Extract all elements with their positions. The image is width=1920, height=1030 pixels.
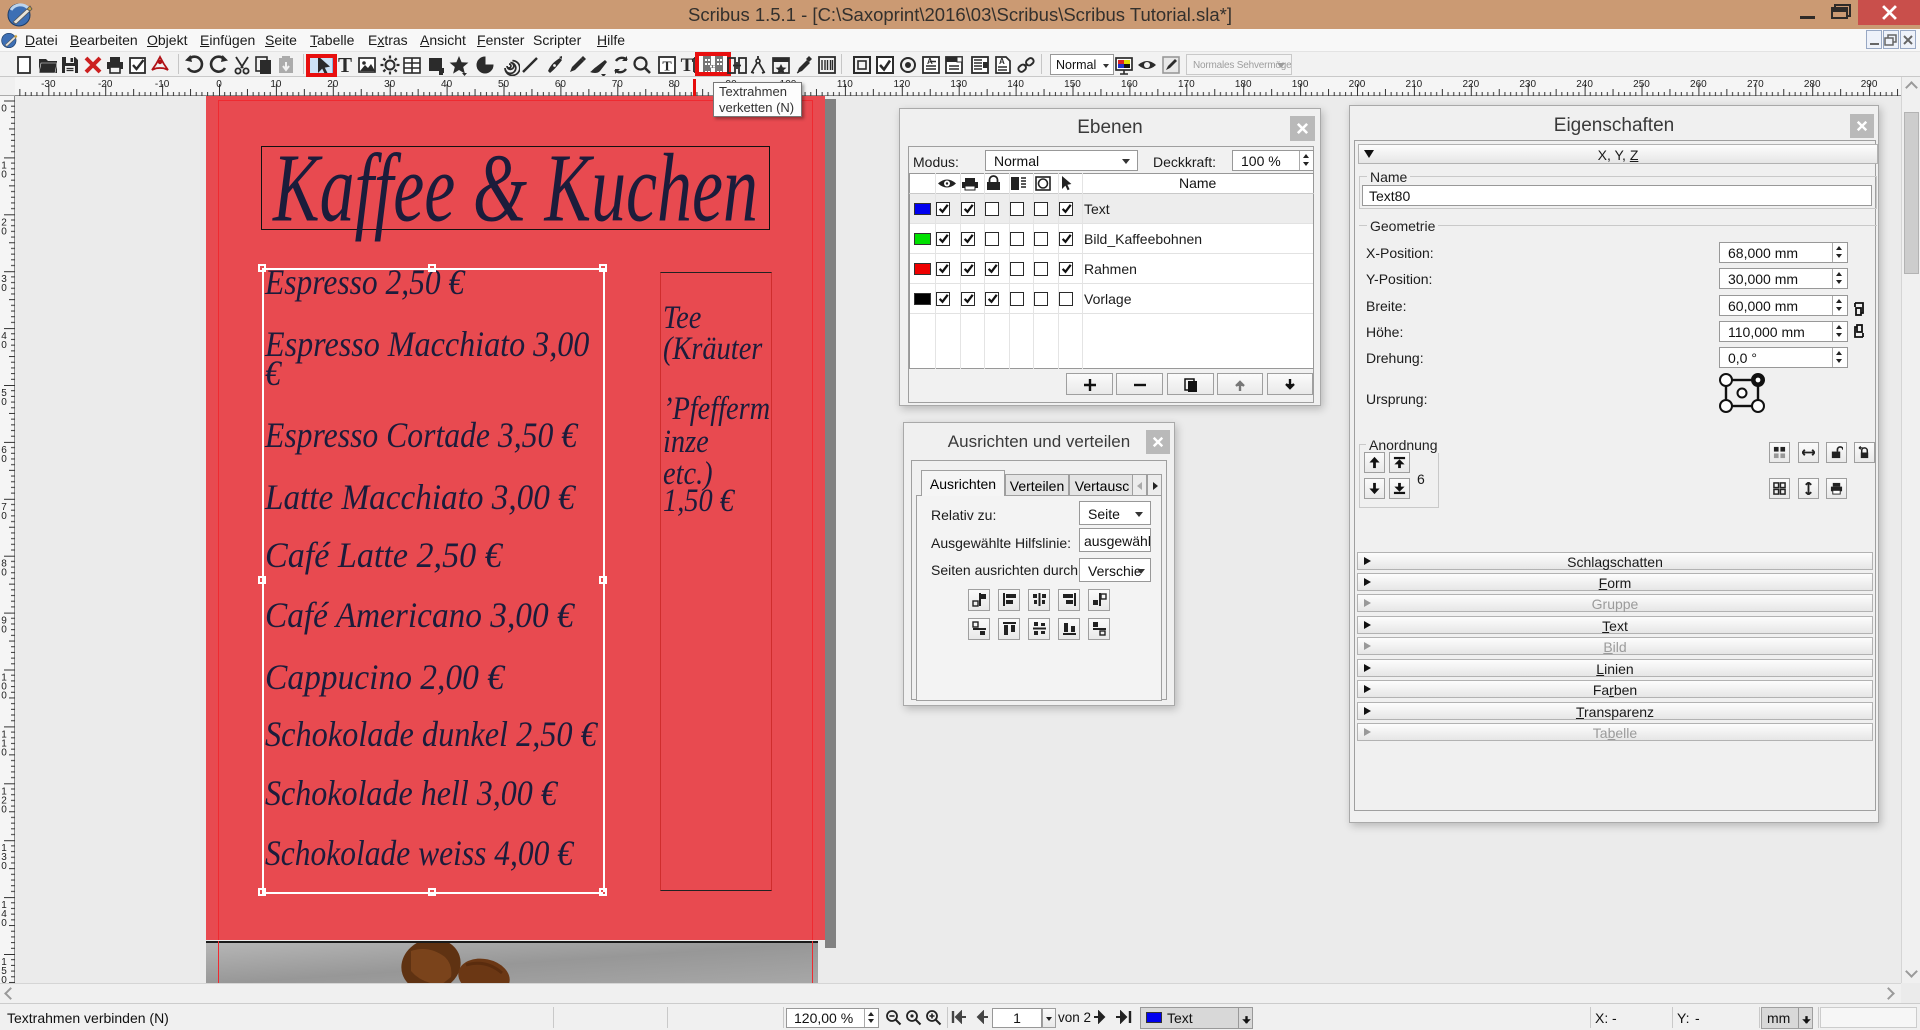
svg-text:80: 80 (669, 79, 681, 90)
svg-text:0: 0 (1, 804, 7, 815)
svg-text:190: 190 (1292, 79, 1309, 90)
svg-text:0: 0 (1, 454, 7, 465)
svg-text:-30: -30 (41, 79, 56, 90)
svg-text:10: 10 (270, 79, 282, 90)
svg-text:0: 0 (1, 568, 7, 579)
svg-text:0: 0 (1, 861, 7, 872)
svg-text:220: 220 (1462, 79, 1479, 90)
svg-text:0: 0 (1, 975, 7, 983)
svg-text:70: 70 (612, 79, 624, 90)
svg-text:160: 160 (1121, 79, 1138, 90)
svg-text:30: 30 (384, 79, 396, 90)
svg-text:0: 0 (1, 691, 7, 702)
svg-text:180: 180 (1235, 79, 1252, 90)
svg-text:130: 130 (950, 79, 967, 90)
svg-text:50: 50 (498, 79, 510, 90)
svg-text:Name: Name (1179, 175, 1217, 191)
svg-text:0: 0 (1, 283, 7, 294)
svg-text:A: A (999, 57, 1005, 66)
svg-text:0: 0 (1, 511, 7, 522)
svg-text:20: 20 (327, 79, 339, 90)
svg-text:0: 0 (1, 104, 7, 115)
svg-text:0: 0 (216, 79, 222, 90)
svg-text:0: 0 (1, 625, 7, 636)
svg-text:150: 150 (1064, 79, 1081, 90)
svg-text:60: 60 (555, 79, 567, 90)
svg-text:280: 280 (1804, 79, 1821, 90)
svg-text:200: 200 (1349, 79, 1366, 90)
svg-text:T: T (662, 60, 672, 75)
svg-text:40: 40 (441, 79, 453, 90)
svg-text:-20: -20 (98, 79, 113, 90)
svg-text:-10: -10 (155, 79, 170, 90)
svg-text:290: 290 (1861, 79, 1878, 90)
svg-text:270: 270 (1747, 79, 1764, 90)
svg-text:210: 210 (1406, 79, 1423, 90)
svg-text:120: 120 (893, 79, 910, 90)
svg-text:0: 0 (1, 918, 7, 929)
svg-text:0: 0 (1, 226, 7, 237)
svg-text:230: 230 (1519, 79, 1536, 90)
svg-text:0: 0 (1, 397, 7, 408)
svg-text:0: 0 (1, 747, 7, 758)
svg-text:0: 0 (1, 169, 7, 180)
svg-text:110: 110 (837, 79, 853, 90)
svg-text:260: 260 (1690, 79, 1707, 90)
svg-text:250: 250 (1633, 79, 1650, 90)
svg-text:140: 140 (1007, 79, 1024, 90)
svg-text:240: 240 (1576, 79, 1593, 90)
svg-text:0: 0 (1, 340, 7, 351)
svg-text:T: T (338, 54, 352, 76)
svg-text:170: 170 (1178, 79, 1195, 90)
svg-text:T: T (681, 55, 694, 76)
